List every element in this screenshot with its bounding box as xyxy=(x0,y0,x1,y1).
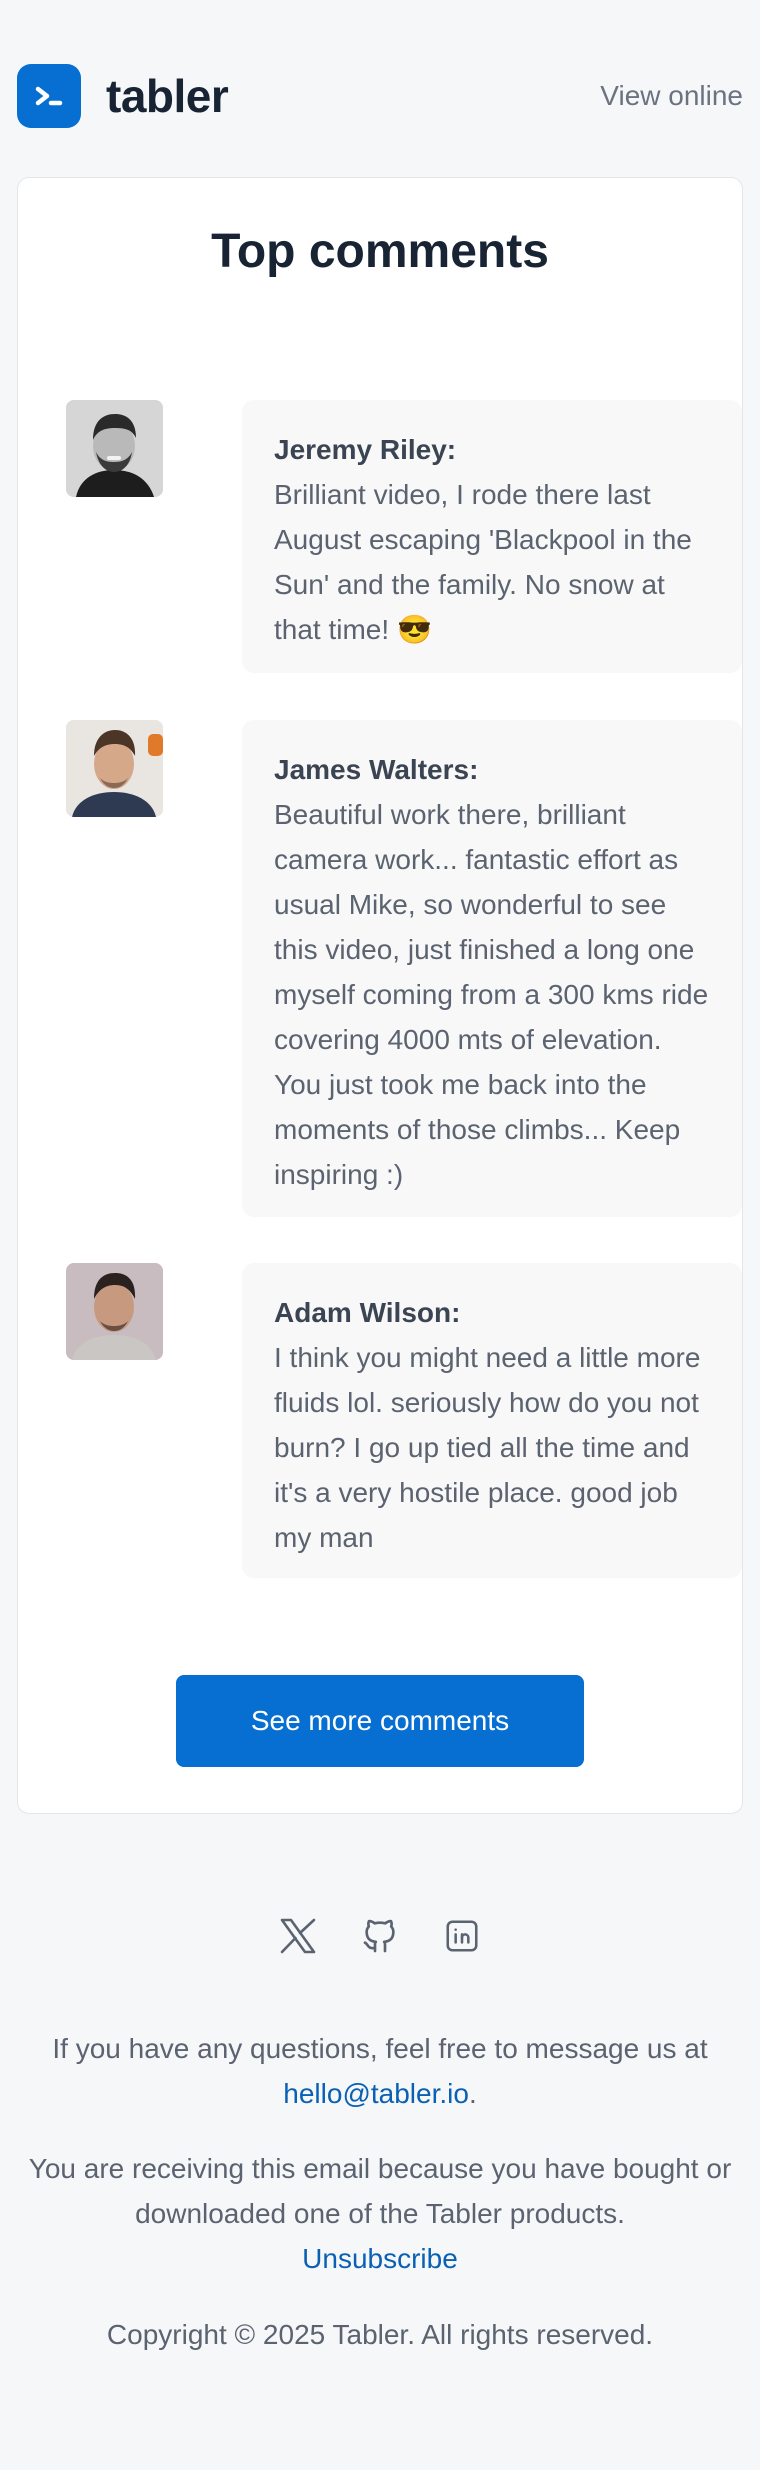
card-title: Top comments xyxy=(211,225,549,278)
comment-author: James Walters: xyxy=(274,754,479,785)
comment-bubble: Jeremy Riley: Brilliant video, I rode th… xyxy=(242,400,742,673)
tabler-logo-icon xyxy=(17,64,81,128)
receiving-text: You are receiving this email because you… xyxy=(28,2153,732,2229)
email-header: tabler View online xyxy=(17,64,743,128)
avatar xyxy=(66,720,163,817)
comment-text: Beautiful work there, brilliant camera w… xyxy=(274,799,709,1190)
questions-label: If you have any questions, feel free to … xyxy=(52,2033,708,2064)
social-links xyxy=(0,1915,760,1959)
email-suffix: . xyxy=(468,2078,477,2109)
comment-author: Adam Wilson: xyxy=(274,1297,461,1328)
copyright: Copyright © 2025 Tabler. All rights rese… xyxy=(106,2319,654,2350)
comment-bubble: Adam Wilson: I think you might need a li… xyxy=(242,1263,742,1578)
view-online-link[interactable]: View online xyxy=(600,80,743,112)
x-icon[interactable] xyxy=(277,1915,319,1957)
contact-email-link[interactable]: hello@tabler.io xyxy=(283,2078,469,2109)
see-more-comments-button[interactable]: See more comments xyxy=(176,1675,584,1767)
linkedin-icon[interactable] xyxy=(441,1915,483,1957)
comment-author: Jeremy Riley: xyxy=(274,434,457,465)
questions-text: If you have any questions, feel free to … xyxy=(20,2026,740,2116)
brand[interactable]: tabler xyxy=(17,64,229,128)
comments-card: Top comments Jeremy Riley: Brilliant vid… xyxy=(17,177,743,1814)
receiving-notice: You are receiving this email because you… xyxy=(20,2146,740,2281)
comment-bubble: James Walters: Beautiful work there, bri… xyxy=(242,720,742,1217)
avatar xyxy=(66,1263,163,1360)
avatar xyxy=(66,400,163,497)
unsubscribe-link[interactable]: Unsubscribe xyxy=(302,2243,458,2274)
brand-name: tabler xyxy=(106,70,229,122)
comment-text: Brilliant video, I rode there last Augus… xyxy=(274,479,692,645)
github-icon[interactable] xyxy=(359,1915,401,1957)
comment-text: I think you might need a little more flu… xyxy=(274,1342,701,1553)
